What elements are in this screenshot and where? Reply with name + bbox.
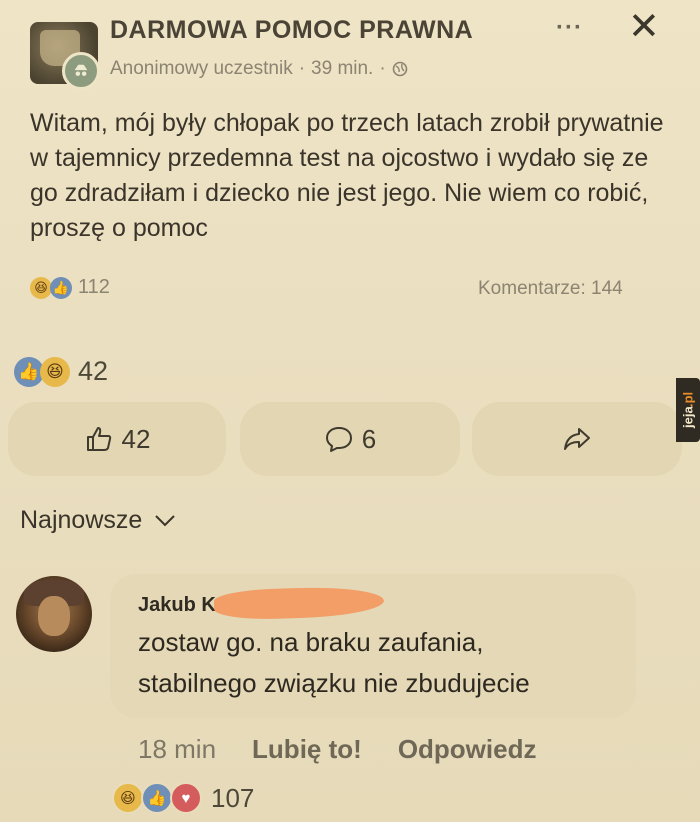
anonymous-user-icon (62, 52, 100, 90)
jeja-watermark: jeja .pl (676, 378, 700, 442)
comment-reply-button[interactable]: Odpowiedz (398, 734, 537, 765)
commenter-avatar[interactable] (16, 576, 92, 652)
group-name[interactable]: DARMOWA POMOC PRAWNA (110, 16, 473, 45)
comment-text: zostaw go. na braku zaufania, stabilnego… (138, 622, 618, 704)
close-icon[interactable]: ✕ (628, 8, 660, 46)
reaction-count: 42 (78, 356, 109, 386)
haha-reaction-icon: 😆 (112, 782, 144, 814)
like-reaction-icon: 👍 (141, 782, 173, 814)
reaction-count: 112 (78, 276, 110, 298)
post-time[interactable]: 39 min. (311, 58, 373, 80)
comment-button[interactable]: 6 (240, 402, 460, 476)
reaction-count: 107 (211, 782, 255, 813)
comment-sort-dropdown[interactable]: Najnowsze (20, 506, 176, 535)
author-name[interactable]: Anonimowy uczestnik (110, 58, 293, 80)
haha-reaction-icon: 😆 (30, 276, 52, 299)
like-button[interactable]: 42 (8, 402, 226, 476)
haha-reaction-icon: 😆 (40, 356, 70, 387)
shared-post-reactions[interactable]: 👍 😆 42 (14, 356, 108, 387)
post-reactions[interactable]: 😆 👍 112 (30, 276, 110, 299)
comment-actions: 18 min Lubię to! Odpowiedz (138, 734, 536, 765)
love-reaction-icon: ♥ (170, 782, 202, 814)
comment-time[interactable]: 18 min (138, 734, 216, 765)
post-meta: Anonimowy uczestnik · 39 min. · (110, 58, 408, 80)
share-icon (564, 428, 590, 450)
meta-separator-2: · (379, 58, 386, 79)
thumbs-up-icon (86, 427, 111, 451)
like-count: 42 (121, 423, 151, 454)
comments-count[interactable]: Komentarze: 144 (478, 278, 623, 300)
comment-reactions[interactable]: 😆 👍 ♥ 107 (112, 782, 254, 814)
comment-icon (325, 427, 352, 452)
comment-count: 6 (361, 423, 377, 454)
sort-label: Najnowsze (20, 506, 143, 534)
comment-text-line: zostaw go. na braku zaufania, (138, 627, 484, 657)
meta-separator: · (298, 58, 306, 79)
chevron-down-icon (155, 514, 175, 526)
comment-author[interactable]: Jakub K (138, 594, 216, 617)
more-options-icon[interactable]: ··· (556, 14, 583, 42)
comment-like-button[interactable]: Lubię to! (252, 734, 362, 765)
comment-text-line: stabilnego związku nie zbudujecie (138, 668, 530, 698)
post-text: Witam, mój były chłopak po trzech latach… (30, 109, 664, 242)
like-reaction-icon: 👍 (50, 276, 72, 299)
globe-icon (392, 61, 407, 77)
share-button[interactable] (472, 402, 682, 476)
